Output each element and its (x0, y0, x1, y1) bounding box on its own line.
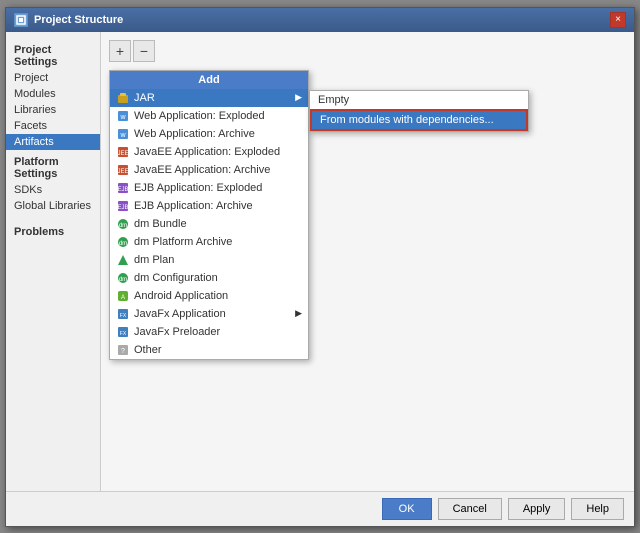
svg-text:?: ? (121, 348, 125, 355)
dm-plan-icon (116, 253, 130, 267)
dialog-title: Project Structure (34, 14, 123, 26)
dropdown-header: Add (110, 71, 308, 89)
menu-item-other[interactable]: ? Other (110, 341, 308, 359)
javafx-app-icon: FX (116, 307, 130, 321)
sidebar-item-libraries[interactable]: Libraries (6, 102, 100, 118)
menu-item-javafx-app-label: JavaFx Application (134, 308, 226, 320)
menu-item-android[interactable]: A Android Application (110, 287, 308, 305)
svg-text:w: w (119, 132, 126, 139)
dm-platform-archive-icon: dm (116, 235, 130, 249)
dialog-icon (14, 13, 28, 27)
title-bar: Project Structure × (6, 8, 634, 32)
sidebar-item-sdks[interactable]: SDKs (6, 182, 100, 198)
menu-item-jar-label: JAR (134, 92, 155, 104)
dialog-body: Project Settings Project Modules Librari… (6, 32, 634, 491)
menu-item-javaee-exploded[interactable]: JEE JavaEE Application: Exploded (110, 143, 308, 161)
add-dropdown: Add JAR ▶ w Web Applicatio (109, 70, 309, 360)
submenu-item-empty[interactable]: Empty (310, 91, 528, 109)
menu-item-dm-bundle-label: dm Bundle (134, 218, 187, 230)
jar-submenu-arrow: ▶ (295, 92, 302, 103)
sidebar-item-modules[interactable]: Modules (6, 86, 100, 102)
sidebar: Project Settings Project Modules Librari… (6, 32, 101, 491)
sidebar-item-artifacts[interactable]: Artifacts (6, 134, 100, 150)
svg-text:EJB: EJB (117, 187, 128, 193)
dm-configuration-icon: dm (116, 271, 130, 285)
menu-item-dm-platform-archive[interactable]: dm dm Platform Archive (110, 233, 308, 251)
submenu-item-from-modules[interactable]: From modules with dependencies... (310, 109, 528, 131)
sidebar-item-project[interactable]: Project (6, 70, 100, 86)
svg-text:dm: dm (119, 277, 127, 283)
dm-bundle-icon: dm (116, 217, 130, 231)
javafx-preloader-icon: FX (116, 325, 130, 339)
menu-item-ejb-exploded[interactable]: EJB EJB Application: Exploded (110, 179, 308, 197)
web-archive-icon: w (116, 127, 130, 141)
menu-item-web-archive[interactable]: w Web Application: Archive (110, 125, 308, 143)
project-settings-label: Project Settings (6, 40, 100, 70)
menu-item-web-exploded-label: Web Application: Exploded (134, 110, 265, 122)
android-icon: A (116, 289, 130, 303)
menu-item-ejb-exploded-label: EJB Application: Exploded (134, 182, 262, 194)
problems-label: Problems (6, 222, 100, 240)
menu-item-dm-plan-label: dm Plan (134, 254, 174, 266)
menu-item-ejb-archive-label: EJB Application: Archive (134, 200, 253, 212)
project-structure-dialog: Project Structure × Project Settings Pro… (5, 7, 635, 527)
svg-text:w: w (119, 114, 126, 121)
javafx-submenu-arrow: ▶ (295, 308, 302, 319)
svg-text:EJB: EJB (117, 205, 128, 211)
menu-item-dm-platform-label: dm Platform Archive (134, 236, 232, 248)
remove-button[interactable]: − (133, 40, 155, 62)
menu-item-javafx-preloader-label: JavaFx Preloader (134, 326, 220, 338)
menu-item-javaee-archive[interactable]: JEE JavaEE Application: Archive (110, 161, 308, 179)
apply-button[interactable]: Apply (508, 498, 566, 520)
menu-item-javaee-exploded-label: JavaEE Application: Exploded (134, 146, 280, 158)
main-content: + − Add JAR ▶ (101, 32, 634, 491)
jar-submenu: Empty From modules with dependencies... (309, 90, 529, 132)
menu-item-other-label: Other (134, 344, 162, 356)
help-button[interactable]: Help (571, 498, 624, 520)
menu-item-android-label: Android Application (134, 290, 228, 302)
javaee-archive-icon: JEE (116, 163, 130, 177)
menu-item-dm-plan[interactable]: dm Plan (110, 251, 308, 269)
ejb-exploded-icon: EJB (116, 181, 130, 195)
toolbar: + − (109, 40, 626, 62)
menu-item-dm-configuration[interactable]: dm dm Configuration (110, 269, 308, 287)
platform-settings-label: Platform Settings (6, 150, 100, 182)
menu-item-ejb-archive[interactable]: EJB EJB Application: Archive (110, 197, 308, 215)
svg-text:dm: dm (119, 241, 127, 247)
svg-text:JEE: JEE (117, 169, 128, 175)
menu-item-dm-bundle[interactable]: dm dm Bundle (110, 215, 308, 233)
other-icon: ? (116, 343, 130, 357)
menu-item-javafx-app[interactable]: FX JavaFx Application ▶ (110, 305, 308, 323)
cancel-button[interactable]: Cancel (438, 498, 502, 520)
sidebar-item-facets[interactable]: Facets (6, 118, 100, 134)
svg-text:dm: dm (119, 223, 127, 229)
add-button[interactable]: + (109, 40, 131, 62)
menu-item-web-archive-label: Web Application: Archive (134, 128, 255, 140)
title-bar-left: Project Structure (14, 13, 123, 27)
svg-text:FX: FX (120, 313, 127, 319)
menu-item-jar[interactable]: JAR ▶ (110, 89, 308, 107)
menu-item-javafx-preloader[interactable]: FX JavaFx Preloader (110, 323, 308, 341)
close-button[interactable]: × (610, 12, 626, 28)
menu-item-dm-configuration-label: dm Configuration (134, 272, 218, 284)
ok-button[interactable]: OK (382, 498, 432, 520)
svg-text:A: A (121, 295, 125, 301)
dialog-footer: OK Cancel Apply Help (6, 491, 634, 526)
svg-text:JEE: JEE (117, 151, 128, 157)
svg-text:FX: FX (120, 331, 127, 337)
javaee-exploded-icon: JEE (116, 145, 130, 159)
dropdown-menu: Add JAR ▶ w Web Applicatio (109, 70, 309, 360)
sidebar-item-global-libraries[interactable]: Global Libraries (6, 198, 100, 214)
menu-item-javaee-archive-label: JavaEE Application: Archive (134, 164, 270, 176)
web-exploded-icon: w (116, 109, 130, 123)
ejb-archive-icon: EJB (116, 199, 130, 213)
menu-item-web-exploded[interactable]: w Web Application: Exploded (110, 107, 308, 125)
jar-icon (116, 91, 130, 105)
